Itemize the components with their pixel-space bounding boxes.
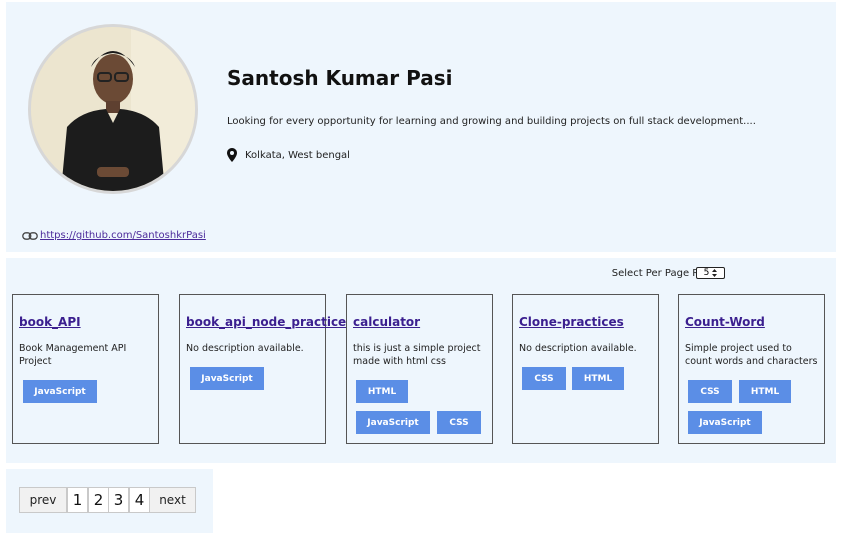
language-tag: CSS [688, 380, 732, 403]
per-page-value: 5 [703, 268, 710, 278]
repo-title[interactable]: book_API [19, 315, 81, 329]
language-tag: HTML [739, 380, 791, 403]
repo-title[interactable]: Count-Word [685, 315, 765, 329]
repo-description: Book Management API Project [19, 343, 127, 367]
repo-title[interactable]: Clone-practices [519, 315, 624, 329]
profile-bio: Looking for every opportunity for learni… [227, 116, 756, 127]
profile-name: Santosh Kumar Pasi [227, 66, 453, 90]
up-down-arrows-icon [712, 269, 718, 277]
pagination: prev 1 2 3 4 next [6, 469, 213, 533]
repo-card: Clone-practices No description available… [512, 294, 659, 444]
page-1-button[interactable]: 1 [67, 487, 88, 513]
per-page-select[interactable]: 5 [696, 267, 725, 279]
page-3-button[interactable]: 3 [108, 487, 129, 513]
language-tag: JavaScript [688, 411, 762, 434]
language-tag: CSS [437, 411, 481, 434]
location-text: Kolkata, West bengal [245, 149, 350, 161]
repo-card: book_API Book Management API Project Jav… [12, 294, 159, 444]
map-pin-icon [227, 148, 237, 162]
avatar-photo [31, 27, 195, 191]
github-link[interactable]: https://github.com/SantoshkrPasi [40, 230, 206, 241]
language-tag: JavaScript [23, 380, 97, 403]
profile-location: Kolkata, West bengal [227, 148, 350, 162]
github-link-row: https://github.com/SantoshkrPasi [22, 230, 206, 241]
repo-description: No description available. [519, 343, 637, 354]
repo-card: book_api_node_practice No description av… [179, 294, 346, 444]
profile-avatar [28, 24, 198, 194]
repo-description: Simple project used to count words and c… [685, 343, 818, 367]
next-button[interactable]: next [149, 487, 196, 513]
repos-panel: Select Per Page Repos: 5 book_API Book M… [6, 258, 836, 463]
repo-title[interactable]: book_api_node_practice [186, 315, 346, 329]
language-tag: JavaScript [190, 367, 264, 390]
page-2-button[interactable]: 2 [88, 487, 109, 513]
repo-card: Count-Word Simple project used to count … [678, 294, 825, 444]
repo-card: calculator this is just a simple project… [346, 294, 493, 444]
language-tag: HTML [572, 367, 624, 390]
repo-description: No description available. [186, 343, 304, 354]
repo-title[interactable]: calculator [353, 315, 420, 329]
link-chain-icon [22, 231, 38, 240]
repo-description: this is just a simple project made with … [353, 343, 481, 367]
language-tag: HTML [356, 380, 408, 403]
prev-button[interactable]: prev [19, 487, 67, 513]
profile-panel: Santosh Kumar Pasi Looking for every opp… [6, 2, 836, 252]
language-tag: JavaScript [356, 411, 430, 434]
page-4-button[interactable]: 4 [129, 487, 150, 513]
language-tag: CSS [522, 367, 566, 390]
